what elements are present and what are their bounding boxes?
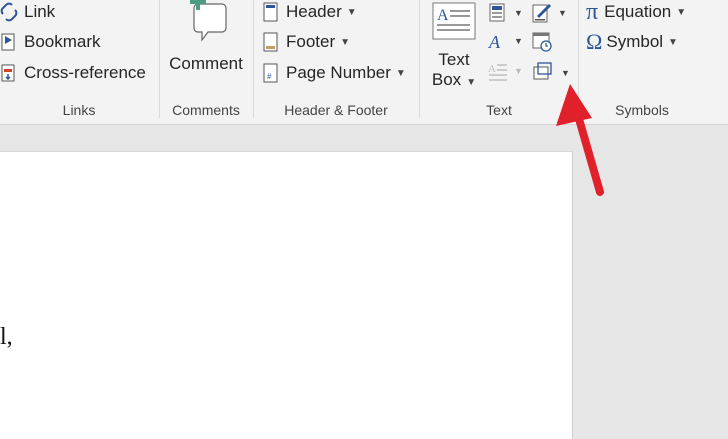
bookmark-button[interactable]: Bookmark <box>0 30 101 54</box>
chevron-down-icon: ▼ <box>346 6 357 18</box>
quick-parts-button[interactable] <box>487 2 509 24</box>
header-label: Header <box>286 2 342 21</box>
chevron-down-icon: ▼ <box>340 36 351 48</box>
chevron-down-icon: ▼ <box>676 6 687 18</box>
equation-label: Equation <box>604 2 672 21</box>
group-divider <box>419 0 420 118</box>
group-divider <box>253 0 254 118</box>
object-icon <box>533 62 552 80</box>
text-box-icon: A <box>426 0 482 46</box>
footer-icon <box>262 32 280 52</box>
page-number-button[interactable]: # Page Number ▼ <box>262 61 406 85</box>
svg-text:A: A <box>437 7 449 24</box>
drop-cap-icon: A <box>488 63 507 81</box>
page-number-label: Page Number <box>286 63 391 82</box>
drop-cap-button: A <box>487 60 509 82</box>
svg-text:#: # <box>267 72 272 81</box>
chevron-down-icon: ▼ <box>514 66 523 76</box>
bookmark-label: Bookmark <box>24 32 101 51</box>
text-box-label-line2: Box ▼ <box>431 70 477 89</box>
object-button[interactable] <box>531 60 553 82</box>
link-label: Link <box>24 2 56 21</box>
object-dropdown-chevron-icon[interactable]: ▼ <box>561 68 570 78</box>
chevron-down-icon: ▼ <box>466 77 477 88</box>
omega-icon: Ω <box>586 29 603 54</box>
date-time-button[interactable] <box>531 30 553 52</box>
pi-icon: π <box>586 0 599 25</box>
bookmark-icon <box>0 32 18 52</box>
cross-reference-label: Cross-reference <box>24 63 146 82</box>
quick-parts-icon <box>489 3 505 22</box>
ribbon: Link Bookmark Cross-reference Links Comm… <box>0 0 728 125</box>
group-divider <box>578 0 579 118</box>
comment-button[interactable]: Comment <box>160 0 252 96</box>
comments-group-label: Comments <box>172 102 240 118</box>
link-icon <box>0 2 18 22</box>
comment-label: Comment <box>169 54 243 73</box>
text-box-label-line1: Text <box>438 50 470 69</box>
equation-button[interactable]: π Equation ▼ <box>586 0 687 25</box>
footer-label: Footer <box>286 32 336 51</box>
svg-text:A: A <box>488 32 501 52</box>
symbols-group-label: Symbols <box>615 102 669 118</box>
header-button[interactable]: Header ▼ <box>262 0 357 24</box>
cross-reference-icon <box>0 63 18 83</box>
document-page[interactable]: l, <box>0 151 573 439</box>
chevron-down-icon: ▼ <box>668 36 678 48</box>
symbol-button[interactable]: Ω Symbol ▼ <box>586 29 678 54</box>
new-comment-icon <box>160 0 252 50</box>
chevron-down-icon[interactable]: ▼ <box>514 8 523 18</box>
footer-button[interactable]: Footer ▼ <box>262 30 350 54</box>
header-icon <box>262 2 280 22</box>
document-text: l, <box>0 324 13 350</box>
chevron-down-icon[interactable]: ▼ <box>558 8 567 18</box>
page-number-icon: # <box>262 63 280 83</box>
links-group-label: Links <box>62 102 96 118</box>
wordart-icon: A <box>488 32 501 52</box>
text-group-label: Text <box>486 102 512 118</box>
signature-line-button[interactable] <box>531 2 553 24</box>
symbol-label: Symbol <box>606 32 664 51</box>
date-time-icon <box>532 32 552 52</box>
chevron-down-icon[interactable]: ▼ <box>514 36 523 46</box>
text-box-button[interactable]: A Text Box ▼ <box>426 0 482 96</box>
chevron-down-icon: ▼ <box>395 67 406 79</box>
header-footer-group-label: Header & Footer <box>284 102 388 118</box>
link-button[interactable]: Link <box>0 0 55 24</box>
wordart-button[interactable]: A <box>487 30 509 52</box>
svg-text:A: A <box>488 63 496 75</box>
cross-reference-button[interactable]: Cross-reference <box>0 61 146 85</box>
signature-line-icon <box>532 4 551 23</box>
